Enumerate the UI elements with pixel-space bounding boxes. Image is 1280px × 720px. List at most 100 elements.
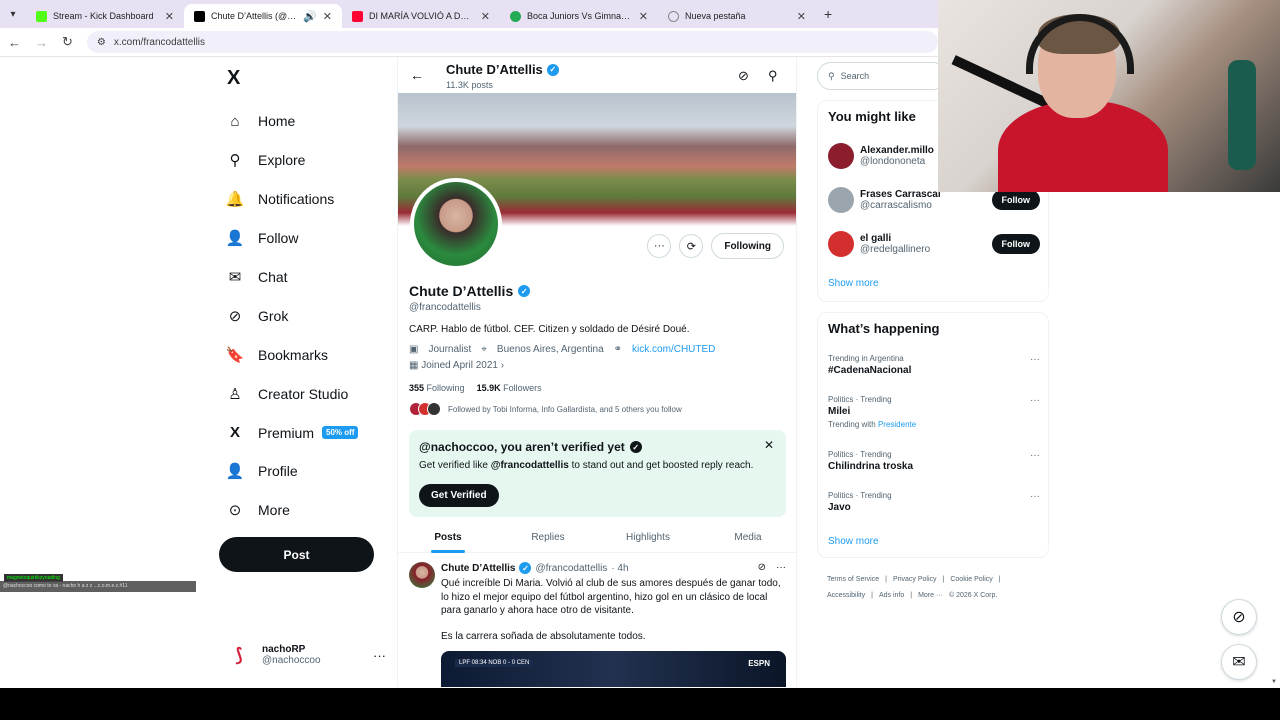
avatar[interactable]	[409, 562, 435, 588]
follow-button[interactable]: Follow	[991, 234, 1040, 254]
show-more-link[interactable]: Show more	[828, 278, 879, 289]
followers-stat[interactable]: 15.9K Followers	[477, 383, 542, 393]
footer-link[interactable]: Ads info	[879, 592, 904, 599]
browser-tab[interactable]: Nueva pestaña ✕	[658, 4, 816, 28]
new-tab-button[interactable]: +	[824, 6, 832, 22]
footer-link[interactable]: Accessibility	[827, 592, 865, 599]
x-logo-icon[interactable]: X	[227, 67, 240, 90]
footer-link[interactable]: Privacy Policy	[893, 576, 937, 583]
chevron-right-icon[interactable]: ›	[501, 360, 504, 371]
nav-item-grok[interactable]: ⊘ Grok	[226, 296, 396, 335]
trend-sub-link[interactable]: Presidente	[878, 420, 916, 429]
profile-avatar[interactable]	[410, 178, 502, 270]
more-dots-icon[interactable]: ···	[776, 562, 786, 573]
tab-replies[interactable]: Replies	[498, 523, 598, 552]
nav-label: Creator Studio	[258, 385, 349, 402]
nav-item-notifications[interactable]: 🔔 Notifications	[226, 180, 396, 219]
messages-floating-button[interactable]: ✉	[1221, 644, 1257, 680]
nav-item-more[interactable]: ⊙ More	[226, 491, 396, 530]
search-icon: ⚲	[828, 70, 835, 81]
suggestion-item[interactable]: el galli @redelgallinero Follow	[828, 231, 1040, 257]
followed-by[interactable]: Followed by Tobi Informa, Info Gallardis…	[409, 402, 682, 416]
tweet-time[interactable]: · 4h	[611, 563, 628, 574]
avatar	[828, 231, 854, 257]
reload-icon[interactable]: ↻	[62, 34, 73, 50]
nav-item-bookmarks[interactable]: 🔖 Bookmarks	[226, 335, 396, 374]
following-label: Following	[426, 383, 465, 393]
nav-item-premium[interactable]: X Premium 50% off	[226, 413, 396, 452]
get-verified-button[interactable]: Get Verified	[419, 484, 499, 507]
back-arrow-icon[interactable]: ←	[8, 35, 21, 50]
close-icon[interactable]: ✕	[764, 438, 774, 452]
more-dots-icon[interactable]: ···	[1030, 450, 1040, 461]
following-stat[interactable]: 355 Following	[409, 383, 465, 393]
address-bar[interactable]: ⚙ x.com/francodattellis	[86, 31, 938, 53]
close-tab-icon[interactable]: ✕	[797, 10, 806, 23]
account-switcher[interactable]: ⟆ nachoRP @nachoccoo ···	[226, 642, 386, 668]
grok-floating-button[interactable]: ⊘	[1221, 599, 1257, 635]
tweet-video[interactable]: LPF 08:34 NOB 0 - 0 CEN ESPN	[441, 651, 786, 687]
search-icon[interactable]: ⚲	[768, 68, 778, 84]
webcam-overlay	[938, 0, 1280, 192]
close-tab-icon[interactable]: ✕	[323, 10, 332, 23]
speaker-icon[interactable]: 🔊	[303, 10, 317, 23]
trend-item[interactable]: Trending in Argentina #CadenaNacional ··…	[828, 354, 1040, 376]
browser-tab[interactable]: Boca Juniors Vs Gimnasia de M ✕	[500, 4, 658, 28]
post-button[interactable]: Post	[219, 537, 374, 572]
tab-search-chevron-icon[interactable]: ▾	[0, 0, 26, 28]
show-more-link[interactable]: Show more	[828, 536, 879, 547]
more-dots-icon[interactable]: ···	[1030, 491, 1040, 502]
grok-summary-button[interactable]: ⟳	[679, 234, 704, 258]
nav-item-home[interactable]: ⌂ Home	[226, 102, 396, 141]
verified-check-icon: ✓	[629, 441, 642, 453]
follow-button[interactable]: Follow	[991, 190, 1040, 210]
nav-label: Grok	[258, 307, 289, 324]
tab-media[interactable]: Media	[698, 523, 796, 552]
tweet-author-name[interactable]: Chute D’Attellis	[441, 563, 515, 574]
close-tab-icon[interactable]: ✕	[481, 10, 490, 23]
browser-tab[interactable]: Stream - Kick Dashboard ✕	[26, 4, 184, 28]
close-tab-icon[interactable]: ✕	[639, 10, 648, 23]
scroll-down-arrow-icon[interactable]: ▼	[1271, 679, 1277, 685]
trend-category: Politics · Trending	[828, 491, 892, 500]
back-arrow-icon[interactable]: ←	[410, 67, 424, 83]
profile-link[interactable]: kick.com/CHUTED	[632, 344, 715, 355]
account-handle: @nachoccoo	[262, 655, 321, 666]
tab-posts[interactable]: Posts	[398, 523, 498, 552]
tab-highlights[interactable]: Highlights	[598, 523, 698, 552]
nav-item-creator-studio[interactable]: ♙ Creator Studio	[226, 374, 396, 413]
more-dots-icon[interactable]: ···	[1030, 395, 1040, 406]
nav-item-follow[interactable]: 👤 Follow	[226, 219, 396, 258]
scorebug: LPF 08:34 NOB 0 - 0 CEN	[455, 659, 534, 667]
sidebar-nav: ⌂ Home ⚲ Explore 🔔 Notifications 👤 Follo…	[226, 102, 396, 530]
tweet-author-handle[interactable]: @francodattellis	[535, 563, 607, 574]
tweet[interactable]: Chute D’Attellis ✓ @francodattellis · 4h…	[398, 557, 796, 687]
trend-item[interactable]: Politics · Trending Chilindrina troska ·…	[828, 450, 1040, 472]
forward-arrow-icon[interactable]: →	[35, 35, 48, 50]
footer-link[interactable]: Cookie Policy	[950, 576, 992, 583]
nav-item-chat[interactable]: ✉ Chat	[226, 258, 396, 297]
nav-label: Explore	[258, 152, 306, 169]
tweet-text-2: Es la carrera soñada de absolutamente to…	[441, 631, 646, 642]
footer-link[interactable]: More ···	[918, 592, 943, 599]
more-circle-icon: ⊙	[228, 502, 242, 520]
close-tab-icon[interactable]: ✕	[165, 10, 174, 23]
grok-icon[interactable]: ⊘	[758, 562, 766, 573]
trend-item[interactable]: Politics · Trending Javo ···	[828, 491, 1040, 513]
more-dots-icon[interactable]: ···	[1030, 354, 1040, 365]
verify-title: @nachoccoo, you aren’t verified yet ✓	[419, 440, 642, 454]
grok-icon[interactable]: ⊘	[738, 68, 749, 84]
search-input[interactable]: ⚲ Search	[817, 62, 947, 90]
more-dots-icon[interactable]: ···	[373, 648, 386, 663]
more-options-button[interactable]: ···	[647, 234, 672, 258]
trend-item[interactable]: Politics · Trending Milei Trending with …	[828, 395, 1040, 429]
browser-tab[interactable]: DI MARÍA VOLVIÓ A DARLE EL ✕	[342, 4, 500, 28]
verify-text-pre: Get verified like	[419, 460, 491, 471]
site-info-icon[interactable]: ⚙	[97, 37, 106, 48]
browser-tab-active[interactable]: Chute D’Attellis (@francoda 🔊 ✕	[184, 4, 342, 28]
nav-item-profile[interactable]: 👤 Profile	[226, 452, 396, 491]
footer-link[interactable]: Terms of Service	[827, 576, 879, 583]
nav-item-explore[interactable]: ⚲ Explore	[226, 141, 396, 180]
following-button[interactable]: Following	[711, 233, 784, 259]
premium-discount-badge: 50% off	[322, 426, 359, 440]
